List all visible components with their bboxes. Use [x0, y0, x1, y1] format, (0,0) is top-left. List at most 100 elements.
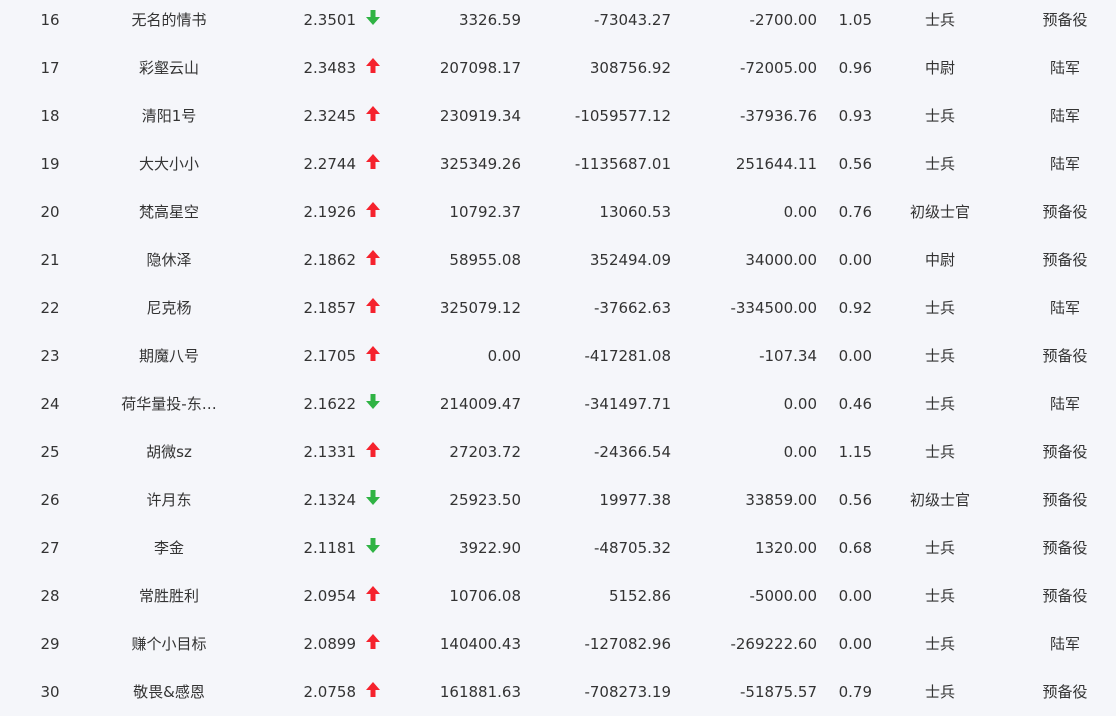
type-cell: 预备役	[1042, 683, 1088, 701]
name-cell[interactable]: 尼克杨	[100, 284, 238, 332]
value1-cell: 10706.08	[449, 587, 521, 605]
arrow-up-icon	[364, 668, 382, 716]
rank-cell: 29	[40, 635, 60, 653]
name-cell[interactable]: 无名的情书	[100, 0, 238, 44]
rank-cell: 16	[40, 11, 60, 29]
ratio-cell: 0.46	[838, 395, 872, 413]
type-cell: 预备役	[1042, 203, 1088, 221]
level-cell: 士兵	[924, 347, 955, 365]
ranking-table: 16 无名的情书 2.3501 3326.59 -73043.27 -2700.…	[0, 0, 1116, 716]
table-row[interactable]: 17 彩壑云山 2.3483 207098.17 308756.92 -7200…	[0, 44, 1116, 92]
ratio-cell: 0.92	[838, 299, 872, 317]
score-cell: 2.3245	[303, 107, 357, 125]
ratio-cell: 0.00	[838, 635, 872, 653]
value3-cell: -51875.57	[740, 683, 817, 701]
name-cell[interactable]: 大大小小	[100, 140, 238, 188]
rank-cell: 30	[40, 683, 60, 701]
level-cell: 中尉	[924, 251, 955, 269]
name-cell[interactable]: 李金	[100, 524, 238, 572]
table-row[interactable]: 21 隐休泽 2.1862 58955.08 352494.09 34000.0…	[0, 236, 1116, 284]
value3-cell: 251644.11	[735, 155, 817, 173]
rank-cell: 18	[40, 107, 60, 125]
rank-cell: 27	[40, 539, 60, 557]
value1-cell: 207098.17	[439, 59, 521, 77]
type-cell: 预备役	[1042, 11, 1088, 29]
rank-cell: 28	[40, 587, 60, 605]
table-row[interactable]: 27 李金 2.1181 3922.90 -48705.32 1320.00 0…	[0, 524, 1116, 572]
ratio-cell: 1.05	[838, 11, 872, 29]
table-row[interactable]: 29 赚个小目标 2.0899 140400.43 -127082.96 -26…	[0, 620, 1116, 668]
value1-cell: 10792.37	[449, 203, 521, 221]
name-cell[interactable]: 梵高星空	[100, 188, 238, 236]
level-cell: 初级士官	[909, 491, 970, 509]
value2-cell: -37662.63	[594, 299, 671, 317]
type-cell: 陆军	[1049, 299, 1080, 317]
score-cell: 2.0899	[303, 635, 357, 653]
table-row[interactable]: 28 常胜胜利 2.0954 10706.08 5152.86 -5000.00…	[0, 572, 1116, 620]
type-cell: 预备役	[1042, 251, 1088, 269]
table-row[interactable]: 18 清阳1号 2.3245 230919.34 -1059577.12 -37…	[0, 92, 1116, 140]
value3-cell: -72005.00	[740, 59, 817, 77]
name-cell[interactable]: 许月东	[100, 476, 238, 524]
value2-cell: -1135687.01	[574, 155, 671, 173]
name-cell[interactable]: 胡微sz	[100, 428, 238, 476]
table-row[interactable]: 20 梵高星空 2.1926 10792.37 13060.53 0.00 0.…	[0, 188, 1116, 236]
value1-cell: 140400.43	[439, 635, 521, 653]
name-cell[interactable]: 隐休泽	[100, 236, 238, 284]
ratio-cell: 0.00	[838, 587, 872, 605]
ratio-cell: 0.96	[838, 59, 872, 77]
value2-cell: -417281.08	[584, 347, 671, 365]
level-cell: 士兵	[924, 539, 955, 557]
value2-cell: -73043.27	[594, 11, 671, 29]
value3-cell: 0.00	[783, 395, 817, 413]
value2-cell: 19977.38	[599, 491, 671, 509]
table-row[interactable]: 22 尼克杨 2.1857 325079.12 -37662.63 -33450…	[0, 284, 1116, 332]
rank-cell: 20	[40, 203, 60, 221]
table-row[interactable]: 26 许月东 2.1324 25923.50 19977.38 33859.00…	[0, 476, 1116, 524]
rank-cell: 19	[40, 155, 60, 173]
score-cell: 2.1324	[303, 491, 357, 509]
rank-cell: 21	[40, 251, 60, 269]
value1-cell: 0.00	[487, 347, 521, 365]
name-cell[interactable]: 敬畏&感恩	[100, 668, 238, 716]
value2-cell: 5152.86	[608, 587, 671, 605]
name-cell[interactable]: 荷华量投-东…	[100, 380, 238, 428]
arrow-up-icon	[364, 428, 382, 476]
value2-cell: 352494.09	[589, 251, 671, 269]
table-row[interactable]: 30 敬畏&感恩 2.0758 161881.63 -708273.19 -51…	[0, 668, 1116, 716]
level-cell: 士兵	[924, 155, 955, 173]
score-cell: 2.1181	[303, 539, 357, 557]
value1-cell: 3326.59	[458, 11, 521, 29]
table-row[interactable]: 16 无名的情书 2.3501 3326.59 -73043.27 -2700.…	[0, 0, 1116, 44]
type-cell: 预备役	[1042, 347, 1088, 365]
arrow-up-icon	[364, 284, 382, 332]
name-cell[interactable]: 常胜胜利	[100, 572, 238, 620]
name-cell[interactable]: 赚个小目标	[100, 620, 238, 668]
table-row[interactable]: 19 大大小小 2.2744 325349.26 -1135687.01 251…	[0, 140, 1116, 188]
arrow-up-icon	[364, 236, 382, 284]
value2-cell: -24366.54	[594, 443, 671, 461]
arrow-down-icon	[364, 0, 382, 44]
rank-cell: 17	[40, 59, 60, 77]
arrow-up-icon	[364, 188, 382, 236]
ratio-cell: 0.68	[838, 539, 872, 557]
type-cell: 预备役	[1042, 587, 1088, 605]
rank-cell: 26	[40, 491, 60, 509]
name-cell[interactable]: 期魔八号	[100, 332, 238, 380]
ratio-cell: 0.00	[838, 347, 872, 365]
table-row[interactable]: 23 期魔八号 2.1705 0.00 -417281.08 -107.34 0…	[0, 332, 1116, 380]
level-cell: 士兵	[924, 683, 955, 701]
level-cell: 士兵	[924, 635, 955, 653]
name-cell[interactable]: 彩壑云山	[100, 44, 238, 92]
table-row[interactable]: 25 胡微sz 2.1331 27203.72 -24366.54 0.00 1…	[0, 428, 1116, 476]
type-cell: 预备役	[1042, 443, 1088, 461]
type-cell: 陆军	[1049, 59, 1080, 77]
table-row[interactable]: 24 荷华量投-东… 2.1622 214009.47 -341497.71 0…	[0, 380, 1116, 428]
value1-cell: 161881.63	[439, 683, 521, 701]
value3-cell: 1320.00	[754, 539, 817, 557]
score-cell: 2.1926	[303, 203, 357, 221]
score-cell: 2.1862	[303, 251, 357, 269]
type-cell: 陆军	[1049, 107, 1080, 125]
name-cell[interactable]: 清阳1号	[100, 92, 238, 140]
score-cell: 2.0758	[303, 683, 357, 701]
